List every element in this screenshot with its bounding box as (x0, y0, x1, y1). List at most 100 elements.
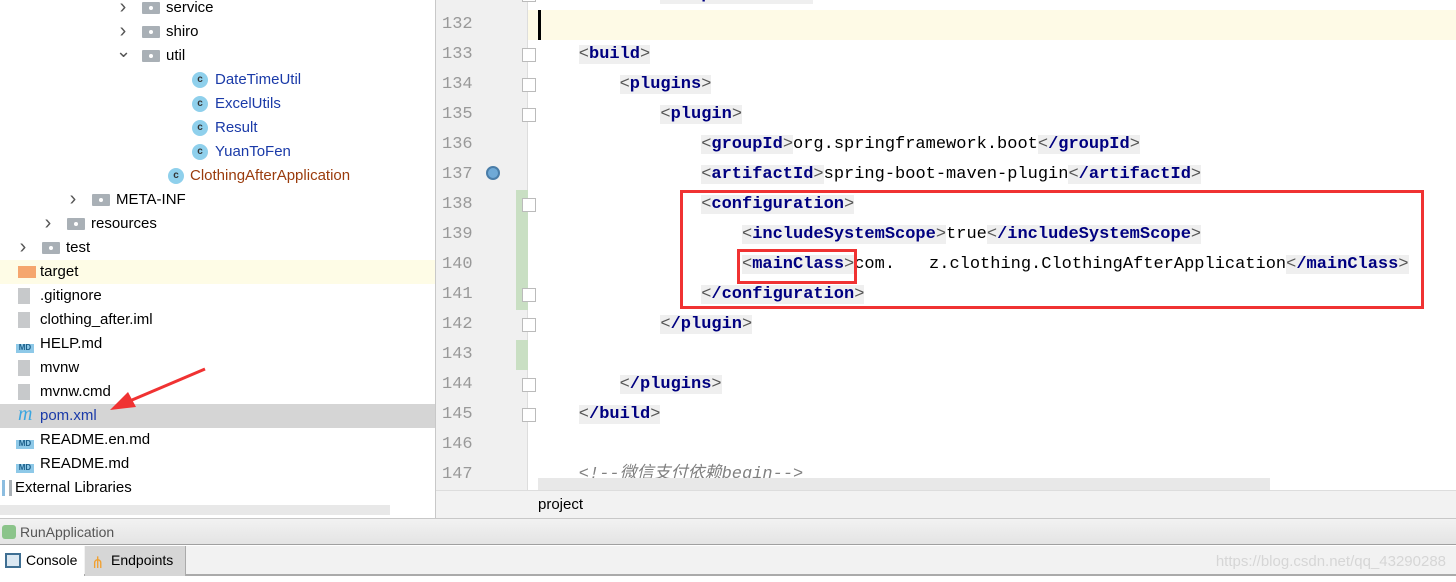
tree-item-label: External Libraries (15, 479, 132, 496)
annotation-box-mainclass (737, 249, 857, 284)
code-line[interactable]: <artifactId>spring-boot-maven-plugin</ar… (701, 160, 1202, 190)
tree-horizontal-scrollbar[interactable] (0, 505, 390, 515)
line-number: 137 (442, 165, 473, 184)
tree-item[interactable]: › META-INF (0, 188, 435, 212)
vcs-change-marker[interactable] (516, 340, 528, 370)
console-icon (5, 553, 21, 568)
chevron-down-icon[interactable]: ⌄ (116, 39, 131, 63)
tree-item-label: ExcelUtils (215, 95, 281, 112)
xml-tag: </dependencies> (660, 0, 814, 4)
tree-item[interactable]: c DateTimeUtil (0, 68, 435, 92)
line-number: 143 (442, 345, 473, 364)
tab-console[interactable]: Console (0, 546, 84, 576)
markdown-file-icon: MD (16, 464, 34, 473)
fold-toggle-icon[interactable] (522, 0, 536, 2)
tree-item-label: .gitignore (40, 287, 102, 304)
line-number: 142 (442, 315, 473, 334)
tab-endpoints[interactable]: ⋔ Endpoints (85, 546, 186, 576)
tree-item-label: Result (215, 119, 258, 136)
chevron-right-icon[interactable]: › (16, 235, 30, 259)
tree-item-label: META-INF (116, 191, 186, 208)
text-file-icon (18, 312, 30, 328)
editor-horizontal-scrollbar[interactable] (538, 478, 1270, 490)
chevron-right-icon[interactable]: › (66, 187, 80, 211)
tree-item[interactable]: › service (0, 0, 435, 20)
class-icon: c (192, 144, 208, 160)
tree-item[interactable]: c ExcelUtils (0, 92, 435, 116)
code-line[interactable]: <plugins> (619, 70, 712, 100)
vcs-change-marker[interactable] (516, 250, 528, 280)
fold-toggle-icon[interactable] (522, 378, 536, 392)
code-line[interactable]: </build> (578, 400, 661, 430)
tree-item-label: README.en.md (40, 431, 151, 448)
xml-tag: <artifactId> (701, 165, 824, 184)
vcs-change-marker[interactable] (516, 220, 528, 250)
xml-text: org.springframework.boot (793, 135, 1038, 154)
run-config-label[interactable]: RunApplication (20, 519, 114, 546)
editor-gutter: 131 132 133 134 135 136 137 138 139 140 141 142 143 1… (436, 0, 536, 490)
xml-tag: </build> (578, 405, 661, 424)
tree-item[interactable]: c YuanToFen (0, 140, 435, 164)
tree-item-label: test (66, 239, 91, 256)
tree-item-label: resources (91, 215, 157, 232)
tree-item[interactable]: MD README.md (0, 452, 435, 476)
tree-item[interactable]: › test (0, 236, 435, 260)
breadcrumb: project (436, 490, 1456, 518)
tree-item[interactable]: clothing_after.iml (0, 308, 435, 332)
tree-item[interactable]: .gitignore (0, 284, 435, 308)
xml-tag: </groupId> (1037, 135, 1140, 154)
code-line[interactable]: </plugins> (619, 370, 722, 400)
line-number: 147 (442, 465, 473, 484)
line-number: 138 (442, 195, 473, 214)
chevron-right-icon[interactable]: › (41, 211, 55, 235)
class-icon: c (192, 96, 208, 112)
chevron-right-icon[interactable]: › (116, 0, 130, 19)
line-number: 139 (442, 225, 473, 244)
fold-toggle-icon[interactable] (522, 408, 536, 422)
markdown-file-icon: MD (16, 440, 34, 449)
tree-item-label: mvnw (40, 359, 80, 376)
fold-toggle-icon[interactable] (522, 318, 536, 332)
tree-item[interactable]: MD README.en.md (0, 428, 435, 452)
xml-tag: <build> (578, 45, 651, 64)
fold-toggle-icon[interactable] (522, 198, 536, 212)
folder-icon (42, 242, 60, 254)
endpoints-icon: ⋔ (91, 555, 105, 572)
tree-item[interactable]: mvnw.cmd (0, 380, 435, 404)
tree-item[interactable]: › resources (0, 212, 435, 236)
fold-toggle-icon[interactable] (522, 48, 536, 62)
tree-item[interactable]: ⌄ util (0, 41, 435, 68)
fold-toggle-icon[interactable] (522, 78, 536, 92)
text-file-icon (18, 360, 30, 376)
text-file-icon (18, 288, 30, 304)
breadcrumb-item[interactable]: project (538, 491, 583, 519)
spring-run-icon (2, 525, 16, 539)
tree-item-label: pom.xml (40, 407, 97, 424)
tree-item[interactable]: › shiro (0, 20, 435, 44)
line-number: 135 (442, 105, 473, 124)
tree-item[interactable]: mvnw (0, 356, 435, 380)
tree-item[interactable]: m pom.xml (0, 403, 435, 428)
folder-icon (142, 26, 160, 38)
override-gutter-icon[interactable] (486, 166, 500, 180)
text-caret (538, 10, 541, 40)
tree-item-label: target (40, 263, 79, 280)
tree-item[interactable]: MD HELP.md (0, 332, 435, 356)
xml-tag: </plugin> (660, 315, 753, 334)
xml-tag: <plugins> (619, 75, 712, 94)
class-icon: c (192, 120, 208, 136)
code-line[interactable]: <groupId>org.springframework.boot</group… (701, 130, 1140, 160)
tree-item[interactable]: External Libraries (0, 476, 435, 500)
line-number: 133 (442, 45, 473, 64)
tree-item[interactable]: target (0, 260, 435, 284)
fold-toggle-icon[interactable] (522, 288, 536, 302)
code-line[interactable]: </dependencies> (660, 0, 814, 10)
tree-item[interactable]: c Result (0, 116, 435, 140)
tree-item[interactable]: c ClothingAfterApplication (0, 164, 435, 188)
code-line[interactable]: </plugin> (660, 310, 753, 340)
annotation-arrow-icon (110, 367, 206, 410)
code-line[interactable]: <build> (578, 40, 651, 70)
fold-toggle-icon[interactable] (522, 108, 536, 122)
code-line[interactable]: <plugin> (660, 100, 743, 130)
library-icon (2, 480, 12, 496)
